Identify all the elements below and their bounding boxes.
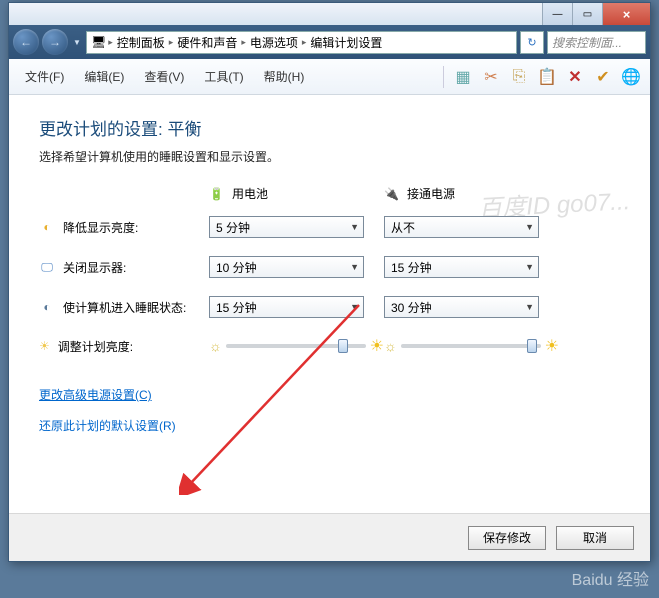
sun-bright-icon: ☀ <box>545 336 559 356</box>
toolbar: ▦ ✂ ⎘ 📋 ✕ ✔ 🌐 <box>443 66 642 88</box>
menu-file[interactable]: 文件(F) <box>17 64 72 89</box>
menu-help[interactable]: 帮助(H) <box>256 64 313 89</box>
delete-icon[interactable]: ✕ <box>564 66 586 88</box>
menu-tools[interactable]: 工具(T) <box>196 64 251 89</box>
setting-row: ◐ 降低显示亮度: 5 分钟 从不 <box>39 216 630 238</box>
plug-icon: 🔌 <box>384 187 399 201</box>
tool-icon[interactable]: ▦ <box>452 66 474 88</box>
save-button[interactable]: 保存修改 <box>468 526 546 550</box>
dim-battery-combo[interactable]: 5 分钟 <box>209 216 364 238</box>
brightness-row: ☀ 调整计划亮度: ☼ ☀ ☼ ☀ <box>39 336 630 356</box>
control-panel-icon: 🖥 <box>91 35 106 49</box>
nav-bar: ← → ▼ 🖥 ▸ 控制面板 ▸ 硬件和声音 ▸ 电源选项 ▸ 编辑计划设置 ↻… <box>9 25 650 59</box>
display-off-battery-combo[interactable]: 10 分钟 <box>209 256 364 278</box>
battery-icon: 🔋 <box>209 187 224 201</box>
search-input[interactable]: 搜索控制面... <box>547 31 646 54</box>
separator-icon: ▸ <box>302 37 307 48</box>
cut-icon[interactable]: ✂ <box>480 66 502 88</box>
setting-label: 关闭显示器: <box>63 259 126 276</box>
globe-icon[interactable]: 🌐 <box>620 66 642 88</box>
brightness-ac-slider[interactable]: ☼ ☀ <box>384 336 559 356</box>
check-icon[interactable]: ✔ <box>592 66 614 88</box>
breadcrumb-item[interactable]: 硬件和声音 <box>175 34 239 51</box>
dim-ac-combo[interactable]: 从不 <box>384 216 539 238</box>
refresh-button[interactable]: ↻ <box>520 31 544 54</box>
breadcrumb-item[interactable]: 控制面板 <box>115 34 167 51</box>
monitor-icon: 🖵 <box>39 259 55 275</box>
menu-view[interactable]: 查看(V) <box>136 64 192 89</box>
column-headers: 🔋 用电池 🔌 接通电源 <box>39 185 630 202</box>
dim-icon: ◐ <box>39 219 55 235</box>
back-button[interactable]: ← <box>13 29 39 55</box>
battery-column-header: 🔋 用电池 <box>209 185 384 202</box>
brightness-icon: ☀ <box>39 339 50 353</box>
footer: 保存修改 取消 <box>9 513 650 561</box>
maximize-button[interactable]: ▭ <box>572 3 602 25</box>
copy-icon[interactable]: ⎘ <box>508 66 530 88</box>
sleep-icon: ◐ <box>39 299 55 315</box>
setting-row: 🖵 关闭显示器: 10 分钟 15 分钟 <box>39 256 630 278</box>
forward-button[interactable]: → <box>42 29 68 55</box>
links-section: 更改高级电源设置(C) 还原此计划的默认设置(R) <box>39 386 630 434</box>
sun-dim-icon: ☼ <box>209 338 222 354</box>
sun-dim-icon: ☼ <box>384 338 397 354</box>
battery-label: 用电池 <box>232 185 268 202</box>
minimize-button[interactable]: — <box>542 3 572 25</box>
ac-column-header: 🔌 接通电源 <box>384 185 559 202</box>
brightness-label: 调整计划亮度: <box>58 338 133 355</box>
sun-bright-icon: ☀ <box>370 336 384 356</box>
window: — ▭ × ← → ▼ 🖥 ▸ 控制面板 ▸ 硬件和声音 ▸ 电源选项 ▸ 编辑… <box>8 2 651 562</box>
brightness-battery-slider[interactable]: ☼ ☀ <box>209 336 384 356</box>
setting-label: 降低显示亮度: <box>63 219 138 236</box>
separator-icon: ▸ <box>241 37 246 48</box>
setting-label: 使计算机进入睡眠状态: <box>63 299 186 316</box>
setting-row: ◐ 使计算机进入睡眠状态: 15 分钟 30 分钟 <box>39 296 630 318</box>
paste-icon[interactable]: 📋 <box>536 66 558 88</box>
breadcrumb-item[interactable]: 编辑计划设置 <box>308 34 384 51</box>
separator-icon: ▸ <box>108 37 113 48</box>
advanced-settings-link[interactable]: 更改高级电源设置(C) <box>39 386 630 403</box>
display-off-ac-combo[interactable]: 15 分钟 <box>384 256 539 278</box>
nav-history-dropdown[interactable]: ▼ <box>71 32 83 52</box>
restore-defaults-link[interactable]: 还原此计划的默认设置(R) <box>39 417 630 434</box>
separator-icon: ▸ <box>169 37 174 48</box>
address-bar[interactable]: 🖥 ▸ 控制面板 ▸ 硬件和声音 ▸ 电源选项 ▸ 编辑计划设置 <box>86 31 517 54</box>
cancel-button[interactable]: 取消 <box>556 526 634 550</box>
titlebar: — ▭ × <box>9 3 650 25</box>
baidu-watermark: Baidu 经验 <box>572 566 649 590</box>
close-button[interactable]: × <box>602 3 650 25</box>
sleep-ac-combo[interactable]: 30 分钟 <box>384 296 539 318</box>
page-subtitle: 选择希望计算机使用的睡眠设置和显示设置。 <box>39 148 630 165</box>
page-title: 更改计划的设置: 平衡 <box>39 115 630 140</box>
ac-label: 接通电源 <box>407 185 455 202</box>
breadcrumb-item[interactable]: 电源选项 <box>248 34 300 51</box>
menu-bar: 文件(F) 编辑(E) 查看(V) 工具(T) 帮助(H) ▦ ✂ ⎘ 📋 ✕ … <box>9 59 650 95</box>
content-area: 百度ID go07... 更改计划的设置: 平衡 选择希望计算机使用的睡眠设置和… <box>9 95 650 513</box>
sleep-battery-combo[interactable]: 15 分钟 <box>209 296 364 318</box>
menu-edit[interactable]: 编辑(E) <box>76 64 132 89</box>
